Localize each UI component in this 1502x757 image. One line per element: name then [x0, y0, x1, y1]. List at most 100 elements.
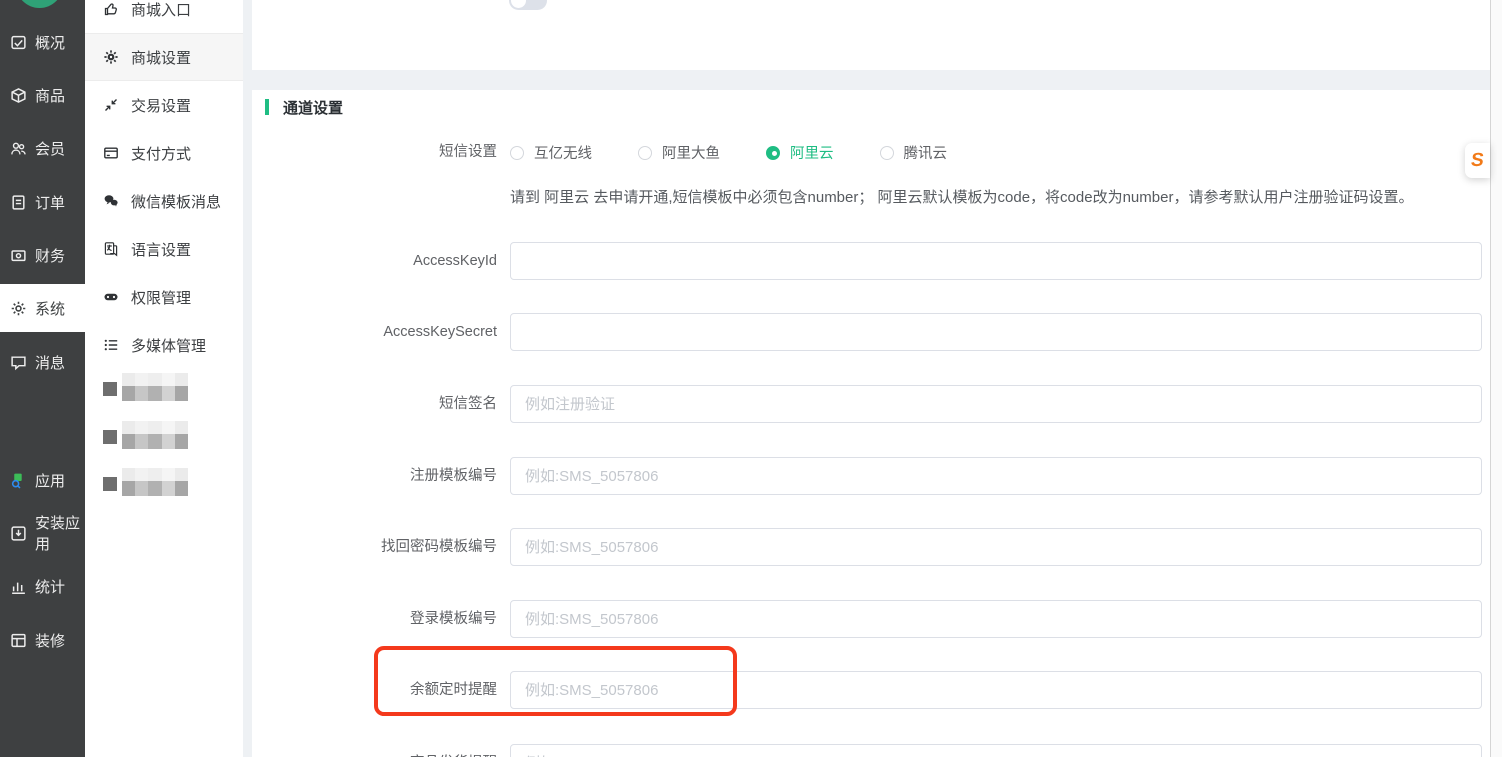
balance-reminder-input[interactable]: [510, 671, 1482, 709]
sidebar-item-goods[interactable]: 商品: [0, 75, 85, 115]
field-label: 短信签名: [439, 396, 497, 412]
sms-provider-row: 短信设置 互亿无线 阿里大鱼 阿里云 腾讯云: [252, 142, 1490, 162]
install-icon: [10, 525, 28, 542]
submenu-item-label: 权限管理: [131, 289, 192, 307]
stats-icon: [10, 578, 28, 595]
sms-signature-input[interactable]: [510, 385, 1482, 423]
radio-label: 阿里云: [790, 146, 834, 162]
submenu-item-trade-settings[interactable]: 交易设置: [85, 81, 243, 129]
submenu-item-censored-2[interactable]: [103, 421, 188, 449]
password-recovery-template-input[interactable]: [510, 528, 1482, 566]
censored-item-text: [122, 373, 188, 401]
section-accent-bar: [265, 99, 269, 115]
media-list-icon: [103, 337, 120, 353]
sidebar-item-finance[interactable]: 财务: [0, 235, 85, 275]
sidebar-item-label: 会员: [35, 140, 66, 158]
submenu-item-label: 商城设置: [131, 49, 192, 67]
section-header: 通道设置: [265, 96, 343, 118]
sidebar-item-apps[interactable]: 应用: [0, 460, 85, 500]
radio-aliyun-selected[interactable]: 阿里云: [766, 142, 834, 163]
sidebar-item-decorate[interactable]: 装修: [0, 620, 85, 660]
field-label: 登录模板编号: [410, 611, 497, 627]
system-gear-icon: [10, 300, 28, 317]
censored-item-icon: [103, 430, 117, 444]
trade-settings-icon: [103, 97, 120, 113]
sidebar-item-statistics[interactable]: 统计: [0, 566, 85, 606]
sidebar-item-system[interactable]: 系统: [0, 284, 85, 332]
field-label: 找回密码模板编号: [381, 539, 497, 555]
section-title: 通道设置: [283, 99, 344, 117]
submenu-item-wechat-template-messages[interactable]: 微信模板消息: [85, 177, 243, 225]
permission-icon: [103, 289, 120, 305]
sidebar-item-messages[interactable]: 消息: [0, 342, 85, 382]
sidebar-item-orders[interactable]: 订单: [0, 182, 85, 222]
field-label: 商品发货提醒: [252, 744, 497, 757]
members-icon: [10, 140, 28, 157]
message-icon: [10, 354, 28, 371]
partial-toggle-switch[interactable]: [509, 0, 547, 10]
submenu-item-label: 商城入口: [131, 1, 192, 19]
form-row-accesskeysecret: AccessKeySecret: [252, 313, 1490, 351]
form-row-register-template: 注册模板编号: [252, 457, 1490, 495]
sidebar-item-overview[interactable]: 概况: [0, 22, 85, 62]
submenu-item-mall-settings[interactable]: 商城设置: [85, 33, 243, 81]
submenu-item-label: 交易设置: [131, 97, 192, 115]
submenu-item-mall-entry[interactable]: 商城入口: [85, 0, 243, 33]
register-template-input[interactable]: [510, 457, 1482, 495]
radio-tencent-cloud[interactable]: 腾讯云: [879, 142, 948, 163]
field-label: 注册模板编号: [410, 468, 497, 484]
sidebar-item-label: 财务: [35, 247, 66, 265]
form-row-accesskeyid: AccessKeyId: [252, 242, 1490, 280]
submenu-item-label: 多媒体管理: [131, 337, 207, 355]
submenu-item-language-settings[interactable]: 语言设置: [85, 225, 243, 273]
channel-settings-card: 通道设置 短信设置 互亿无线 阿里大鱼 阿里云 腾讯云 请到 阿里云 去申请开通…: [252, 90, 1490, 757]
sidebar-item-label: 系统: [35, 300, 66, 318]
submenu-item-label: 语言设置: [131, 241, 192, 259]
radio-label: 腾讯云: [903, 146, 948, 162]
shipping-reminder-input[interactable]: [510, 744, 1482, 757]
radio-circle[interactable]: [510, 145, 524, 160]
sidebar-item-label: 商品: [35, 87, 66, 105]
floating-side-widget[interactable]: S: [1465, 143, 1490, 178]
sidebar-item-label: 订单: [35, 194, 66, 212]
sidebar-item-install-apps[interactable]: 安装应用: [0, 513, 85, 553]
login-template-input[interactable]: [510, 600, 1482, 638]
sidebar-item-members[interactable]: 会员: [0, 128, 85, 168]
form-row-shipping-reminder: 商品发货提醒: [252, 744, 1490, 757]
submenu-item-media-management[interactable]: 多媒体管理: [85, 321, 243, 369]
field-label: 余额定时提醒: [410, 682, 497, 698]
mall-settings-gear-icon: [103, 49, 120, 65]
submenu-item-permission-management[interactable]: 权限管理: [85, 273, 243, 321]
page-gutter: [243, 0, 252, 757]
accesskeysecret-input[interactable]: [510, 313, 1482, 351]
radio-circle[interactable]: [638, 145, 652, 160]
submenu-item-censored-1[interactable]: [103, 373, 188, 401]
radio-circle[interactable]: [766, 145, 780, 160]
radio-label: 阿里大鱼: [662, 146, 720, 162]
sidebar-item-label: 概况: [35, 34, 66, 52]
radio-huyi-wireless[interactable]: 互亿无线: [510, 142, 592, 163]
sidebar-item-label: 应用: [35, 472, 66, 490]
app-logo: [16, 0, 63, 8]
submenu-item-censored-3[interactable]: [103, 468, 188, 496]
radio-ali-dayu[interactable]: 阿里大鱼: [638, 142, 720, 163]
app-root: 概况 商品 会员 订单 财务 系统 消息 应用 安装应用 统计 装修 商城入口 …: [0, 0, 1502, 757]
form-row-password-recovery-template: 找回密码模板编号: [252, 528, 1490, 566]
scrollbar-track[interactable]: [1490, 0, 1502, 757]
field-label: AccessKeyId: [413, 253, 497, 269]
form-row-login-template: 登录模板编号: [252, 600, 1490, 638]
radio-circle[interactable]: [879, 145, 894, 160]
sidebar-item-label: 装修: [35, 632, 66, 650]
submenu-item-payment-methods[interactable]: 支付方式: [85, 129, 243, 177]
accesskeyid-input[interactable]: [510, 242, 1482, 280]
sms-helper-text: 请到 阿里云 去申请开通,短信模板中必须包含number； 阿里云默认模板为co…: [510, 189, 1414, 206]
orders-icon: [10, 194, 28, 211]
finance-icon: [10, 247, 28, 264]
field-label: AccessKeySecret: [383, 324, 497, 340]
sidebar-item-label: 安装应用: [35, 515, 81, 553]
overview-icon: [10, 34, 28, 51]
sidebar-item-label: 消息: [35, 354, 66, 372]
apps-icon: [10, 472, 28, 489]
sms-provider-radio-group: 互亿无线 阿里大鱼 阿里云 腾讯云: [510, 142, 947, 163]
form-row-balance-reminder: 余额定时提醒: [252, 671, 1490, 709]
